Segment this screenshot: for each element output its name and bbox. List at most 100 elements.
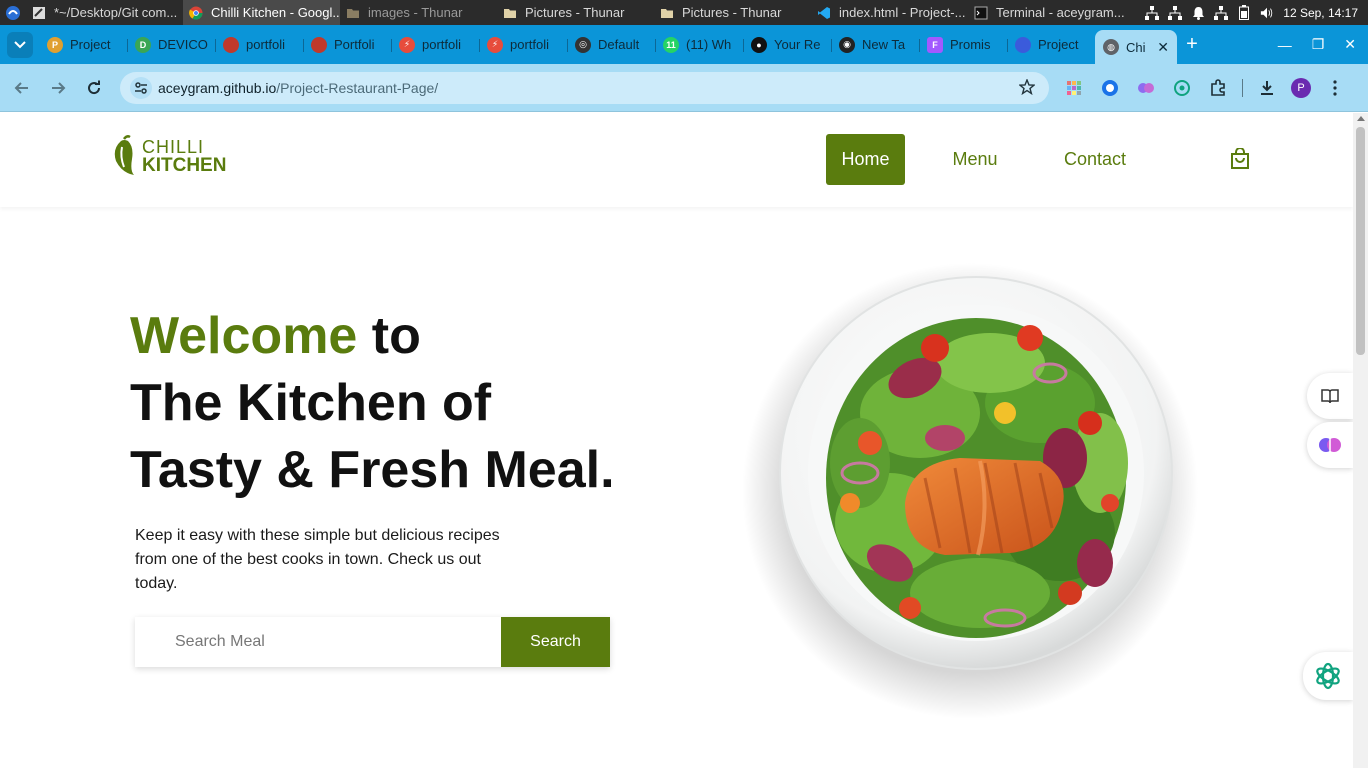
reader-mode-button[interactable]	[1307, 373, 1353, 419]
browser-tab-active[interactable]: ◍ Chi ✕	[1095, 30, 1177, 64]
bookmark-star-icon[interactable]	[1018, 78, 1036, 98]
browser-tab[interactable]: portfoli	[215, 30, 303, 60]
scrollbar-thumb[interactable]	[1356, 127, 1365, 355]
reload-icon	[88, 80, 101, 94]
tab-favicon-icon: ◎	[575, 36, 591, 53]
site-info-icon[interactable]	[130, 77, 152, 99]
taskbar-task-thunar[interactable]: Pictures - Thunar	[654, 0, 811, 25]
browser-tab[interactable]: ◉ New Ta	[831, 30, 919, 60]
taskbar-task-label: index.html - Project-...	[839, 5, 966, 20]
tab-favicon-icon: F	[927, 36, 943, 53]
browser-tab[interactable]: ● Your Re	[743, 30, 831, 60]
close-icon[interactable]: ✕	[1157, 39, 1169, 56]
tab-label: portfoli	[246, 37, 286, 52]
tab-label: portfoli	[422, 37, 462, 52]
browser-tab[interactable]: P Project	[39, 30, 127, 60]
chatgpt-button[interactable]	[1303, 652, 1353, 700]
browser-toolbar: aceygram.github.io/Project-Restaurant-Pa…	[0, 64, 1368, 112]
browser-tab[interactable]: ⚡ portfoli	[391, 30, 479, 60]
folder-icon	[504, 8, 516, 18]
taskbar-task-editor[interactable]: *~/Desktop/Git com...	[26, 0, 183, 25]
browser-tab[interactable]: D DEVICO	[127, 30, 215, 60]
network-icon[interactable]	[1168, 5, 1183, 20]
main-nav: Home Menu Contact	[826, 134, 1145, 185]
page-scrollbar[interactable]	[1353, 113, 1368, 768]
taskbar-task-terminal[interactable]: Terminal - aceygram...	[968, 0, 1125, 25]
close-window-icon[interactable]: ✕	[1344, 36, 1356, 53]
browser-tab[interactable]: Project	[1007, 30, 1095, 60]
url-path: /Project-Restaurant-Page/	[276, 80, 439, 96]
scroll-up-arrow-icon[interactable]	[1357, 116, 1365, 121]
tab-favicon-icon: 11	[663, 36, 679, 53]
back-button[interactable]	[4, 70, 40, 106]
extension-grid-icon[interactable]	[1062, 76, 1086, 100]
hero-title-line1-rest: to	[357, 307, 421, 365]
tab-label: DEVICO	[158, 37, 208, 52]
tab-label: Default	[598, 37, 640, 52]
site-logo[interactable]: CHILLI KITCHEN	[110, 135, 226, 177]
battery-icon[interactable]	[1237, 5, 1251, 20]
minimize-icon[interactable]: —	[1278, 37, 1292, 53]
tab-label: New Ta	[862, 37, 906, 52]
tab-favicon-icon: ⚡	[487, 36, 503, 53]
extensions-puzzle-icon[interactable]	[1206, 76, 1230, 100]
brain-icon	[1319, 438, 1341, 452]
window-controls: — ❐ ✕	[1278, 25, 1356, 64]
nav-home-link[interactable]: Home	[826, 134, 905, 185]
ai-assistant-button[interactable]	[1307, 422, 1353, 468]
more-menu-icon[interactable]	[1323, 76, 1347, 100]
app-menu-icon[interactable]	[0, 0, 26, 25]
chevron-down-icon	[14, 40, 26, 48]
clock[interactable]: 12 Sep, 14:17	[1283, 6, 1358, 20]
tab-search-button[interactable]	[7, 31, 33, 58]
nav-menu-link[interactable]: Menu	[905, 134, 1045, 185]
search-meal-input[interactable]	[135, 617, 501, 667]
taskbar-task-thunar[interactable]: Pictures - Thunar	[497, 0, 654, 25]
taskbar-task-chrome[interactable]: Chilli Kitchen - Googl...	[183, 0, 340, 25]
tab-favicon-icon: D	[135, 36, 151, 53]
network-icon[interactable]	[1214, 5, 1229, 20]
new-tab-button[interactable]: +	[1177, 33, 1207, 56]
reload-button[interactable]	[76, 70, 112, 106]
web-page: CHILLI KITCHEN Home Menu Contact Welcome…	[0, 113, 1353, 768]
tab-favicon-icon	[1015, 36, 1031, 53]
tab-favicon-icon: ◉	[839, 36, 855, 53]
browser-tab[interactable]: ◎ Default	[567, 30, 655, 60]
nav-contact-link[interactable]: Contact	[1045, 134, 1145, 185]
extensions-row: P	[1062, 72, 1347, 104]
openai-logo-icon	[1316, 662, 1340, 690]
forward-button[interactable]	[40, 70, 76, 106]
browser-tab[interactable]: ⚡ portfoli	[479, 30, 567, 60]
extension-circle-icon[interactable]	[1098, 76, 1122, 100]
bell-icon[interactable]	[1191, 6, 1205, 20]
address-bar[interactable]: aceygram.github.io/Project-Restaurant-Pa…	[120, 72, 1049, 104]
search-button[interactable]: Search	[501, 617, 610, 667]
salmon-fillet	[905, 458, 1064, 556]
tab-favicon-icon: ⚡	[399, 36, 415, 53]
tab-label: Project	[70, 37, 111, 52]
network-icon[interactable]	[1145, 5, 1160, 20]
taskbar-task-vscode[interactable]: index.html - Project-...	[811, 0, 968, 25]
browser-tab[interactable]: Portfoli	[303, 30, 391, 60]
tab-label: Project	[1038, 37, 1079, 52]
tab-favicon-icon: P	[47, 36, 63, 53]
extension-brain-icon[interactable]	[1134, 76, 1158, 100]
taskbar-task-label: Chilli Kitchen - Googl...	[211, 5, 340, 20]
shopping-bag-icon[interactable]	[1230, 147, 1250, 175]
folder-icon	[661, 8, 673, 18]
browser-tab[interactable]: 11 (11) Wh	[655, 30, 743, 60]
volume-icon[interactable]	[1260, 6, 1274, 20]
browser-tab[interactable]: F Promis	[919, 30, 1007, 60]
vscode-icon	[818, 6, 830, 19]
taskbar-task-thunar[interactable]: images - Thunar	[340, 0, 497, 25]
chrome-icon	[189, 6, 203, 20]
taskbar-task-label: Pictures - Thunar	[525, 5, 625, 20]
profile-avatar[interactable]: P	[1291, 78, 1311, 98]
extension-openai-icon[interactable]	[1170, 76, 1194, 100]
restore-icon[interactable]: ❐	[1312, 36, 1325, 53]
system-tray: 12 Sep, 14:17	[1145, 0, 1368, 25]
hero-title-line3: Tasty & Fresh Meal.	[130, 441, 615, 499]
text-editor-icon	[33, 6, 45, 19]
download-icon[interactable]	[1255, 76, 1279, 100]
taskbar-task-label: Pictures - Thunar	[682, 5, 782, 20]
